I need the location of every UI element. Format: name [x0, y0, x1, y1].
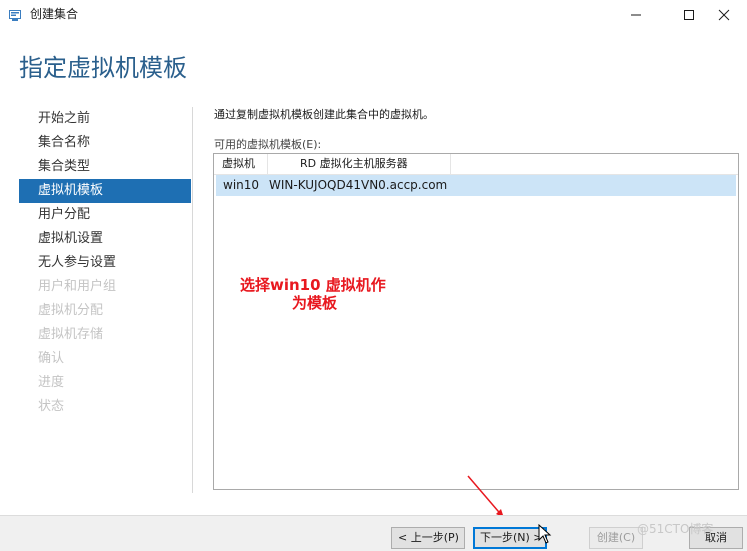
page-title: 指定虚拟机模板	[19, 54, 187, 82]
sidebar-item-vm-settings[interactable]: 虚拟机设置	[19, 227, 191, 251]
vm-template-list[interactable]: 虚拟机 RD 虚拟化主机服务器 win10 WIN-KUJOQD41VN0.ac…	[213, 153, 739, 490]
list-header: 虚拟机 RD 虚拟化主机服务器	[214, 154, 738, 175]
table-row[interactable]: win10 WIN-KUJOQD41VN0.accp.com	[216, 175, 736, 196]
create-collection-window: 创建集合 指定虚拟机模板 开始之前 集合名称 集合类型 虚拟机模板 用户分配 虚…	[0, 0, 747, 551]
sidebar-divider	[192, 107, 193, 493]
sidebar-item-confirmation: 确认	[38, 351, 65, 366]
cell-host-server: WIN-KUJOQD41VN0.accp.com	[269, 178, 448, 192]
wizard-footer: < 上一步(P) 下一步(N) > 创建(C) 取消	[0, 515, 747, 551]
column-header-host[interactable]: RD 虚拟化主机服务器	[267, 154, 451, 174]
window-title: 创建集合	[30, 7, 79, 21]
column-header-vm[interactable]: 虚拟机	[222, 154, 267, 174]
page-description: 通过复制虚拟机模板创建此集合中的虚拟机。	[214, 108, 434, 121]
server-manager-icon	[9, 10, 21, 21]
sidebar-item-user-assignment[interactable]: 用户分配	[19, 203, 191, 227]
cancel-button[interactable]: 取消	[689, 527, 743, 549]
next-button[interactable]: 下一步(N) >	[473, 527, 547, 549]
previous-button[interactable]: < 上一步(P)	[391, 527, 465, 549]
annotation-text: 选择win10 虚拟机作 为模板	[240, 276, 386, 312]
cell-vm-name: win10	[223, 178, 260, 192]
sidebar-item-vm-allocation: 虚拟机分配	[38, 303, 104, 318]
minimize-button[interactable]	[613, 0, 659, 30]
sidebar-item-before-you-begin[interactable]: 开始之前	[19, 107, 191, 131]
sidebar-item-collection-type[interactable]: 集合类型	[19, 155, 191, 179]
title-bar: 创建集合	[0, 0, 747, 30]
template-list-label: 可用的虚拟机模板(E):	[214, 138, 322, 151]
sidebar-item-progress: 进度	[38, 375, 65, 390]
sidebar-item-unattended-settings[interactable]: 无人参与设置	[19, 251, 191, 275]
sidebar-item-vm-template[interactable]: 虚拟机模板	[19, 179, 191, 203]
sidebar-item-collection-name[interactable]: 集合名称	[19, 131, 191, 155]
sidebar-item-status: 状态	[38, 399, 65, 414]
maximize-icon	[684, 10, 694, 20]
mouse-cursor-icon	[538, 524, 552, 544]
annotation-line-1: 选择win10 虚拟机作	[240, 276, 386, 294]
create-button: 创建(C)	[589, 527, 643, 549]
close-button[interactable]	[701, 0, 747, 30]
minimize-icon	[631, 14, 641, 16]
sidebar-item-vm-storage: 虚拟机存储	[38, 327, 104, 342]
annotation-line-2: 为模板	[292, 294, 338, 312]
close-icon	[718, 9, 730, 21]
wizard-steps-sidebar: 开始之前 集合名称 集合类型 虚拟机模板 用户分配 虚拟机设置 无人参与设置 用…	[19, 107, 191, 419]
sidebar-item-users-and-groups: 用户和用户组	[38, 279, 117, 294]
